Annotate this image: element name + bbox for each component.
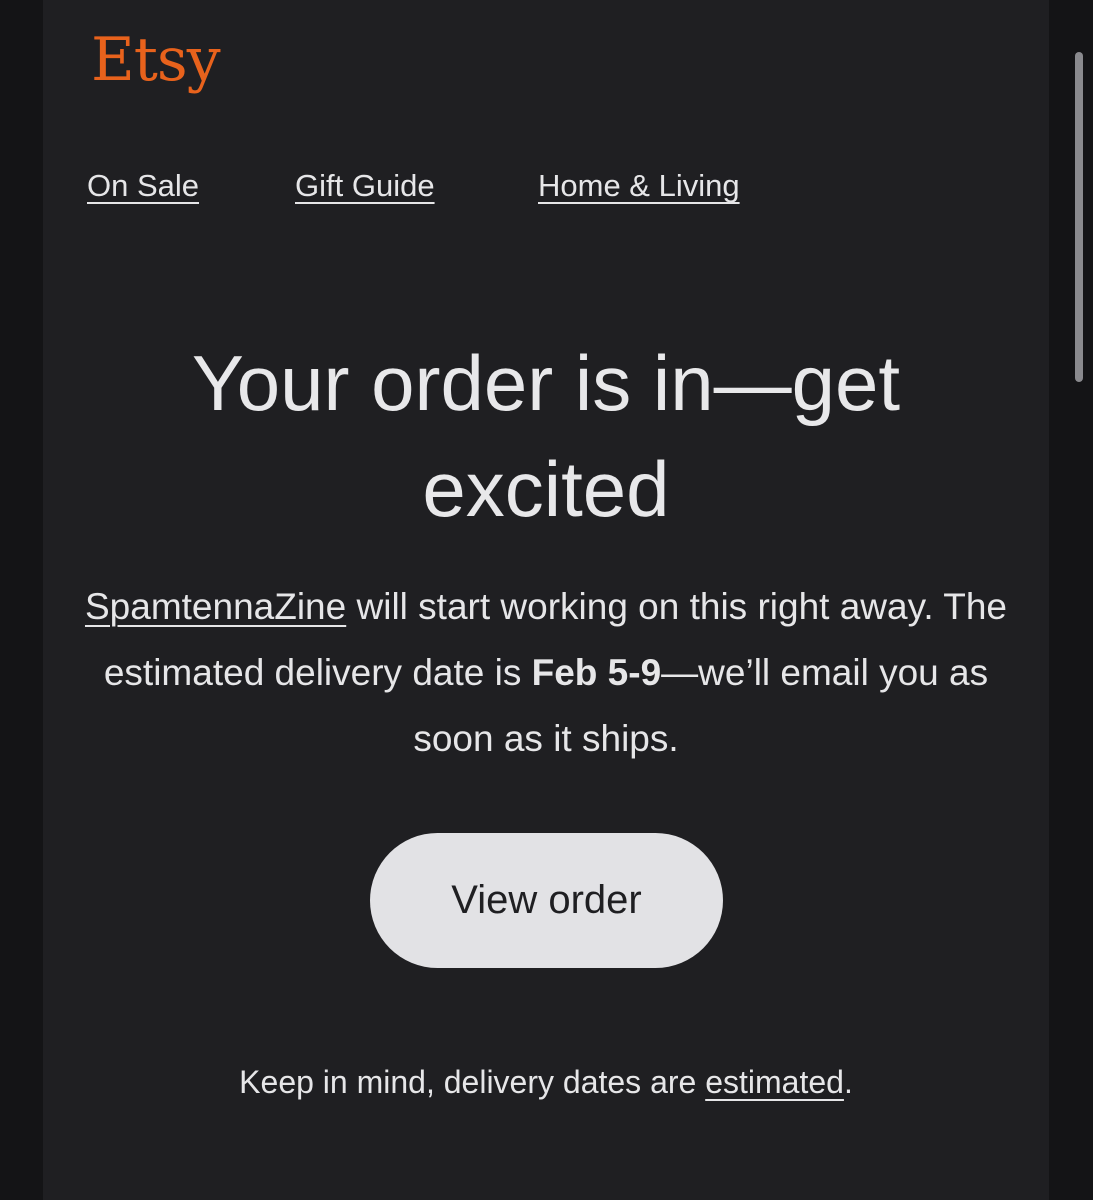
delivery-note: Keep in mind, delivery dates are estimat…	[83, 1060, 1009, 1104]
view-order-button[interactable]: View order	[370, 833, 723, 968]
nav-link-gift-guide[interactable]: Gift Guide	[295, 168, 435, 204]
etsy-logo[interactable]: Etsy	[91, 30, 221, 90]
email-body: Etsy On Sale Gift Guide Home & Living Yo…	[43, 0, 1049, 1200]
delivery-date: Feb 5-9	[531, 652, 662, 693]
delivery-note-text: Keep in mind, delivery dates are	[239, 1064, 706, 1100]
email-viewport: Etsy On Sale Gift Guide Home & Living Yo…	[0, 0, 1093, 1200]
shop-name-link[interactable]: SpamtennaZine	[85, 586, 346, 627]
delivery-note-suffix: .	[843, 1064, 853, 1100]
page-headline: Your order is in—get excited	[191, 339, 901, 533]
nav-link-on-sale[interactable]: On Sale	[87, 168, 199, 204]
scrollbar-thumb[interactable]	[1075, 52, 1083, 382]
order-message: SpamtennaZine will start working on this…	[83, 574, 1009, 772]
estimated-link[interactable]: estimated	[705, 1064, 844, 1100]
nav-link-home-living[interactable]: Home & Living	[538, 168, 740, 204]
